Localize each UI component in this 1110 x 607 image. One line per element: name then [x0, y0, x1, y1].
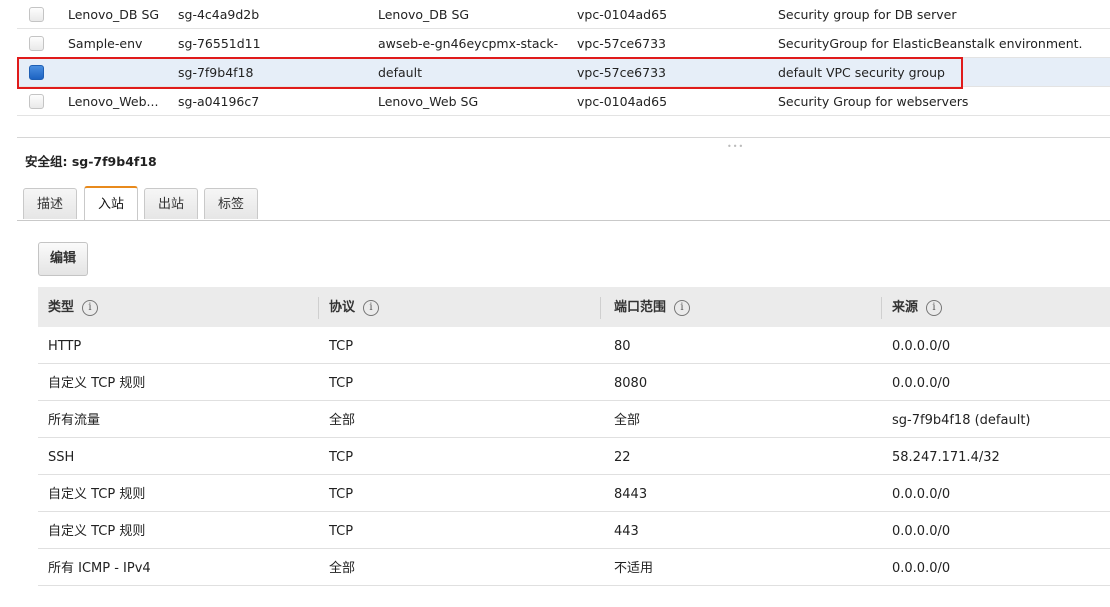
rule-port-range: 8080	[614, 376, 648, 391]
cell-description: Security Group for webservers	[778, 94, 969, 109]
rule-type: SSH	[48, 450, 75, 465]
rule-source: 58.247.171.4/32	[892, 450, 1000, 465]
column-header-label: 端口范围	[614, 300, 667, 315]
rule-port-range: 全部	[614, 413, 641, 428]
cell-group-id: sg-7f9b4f18	[178, 65, 254, 80]
rule-port-range: 不适用	[614, 561, 654, 576]
table-row[interactable]: Lenovo_Web... sg-a04196c7 Lenovo_Web SG …	[17, 87, 1110, 116]
row-checkbox[interactable]	[29, 36, 44, 51]
column-header-label: 类型	[48, 300, 75, 315]
rule-row: 所有流量 全部 全部 sg-7f9b4f18 (default)	[38, 401, 1110, 438]
cell-group-id: sg-4c4a9d2b	[178, 7, 260, 22]
cell-name: Lenovo_Web...	[68, 94, 159, 109]
cell-vpc-id: vpc-57ce6733	[577, 65, 666, 80]
column-header-label: 来源	[892, 300, 919, 315]
pane-divider[interactable]	[17, 137, 1110, 138]
cell-description: Security group for DB server	[778, 7, 957, 22]
rule-protocol: TCP	[329, 339, 354, 354]
cell-group-name: awseb-e-gn46eycpmx-stack-...	[378, 36, 558, 51]
rule-protocol: TCP	[329, 487, 354, 502]
rule-port-range: 22	[614, 450, 631, 465]
inbound-rules-table: 类型 i 协议 i 端口范围 i 来源 i HTTP TCP 80 0.0.0.0/0 …	[38, 287, 1110, 586]
rule-protocol: TCP	[329, 450, 354, 465]
cell-name: Lenovo_DB SG	[68, 7, 160, 22]
info-icon[interactable]: i	[674, 300, 691, 316]
cell-group-id: sg-76551d11	[178, 36, 261, 51]
info-icon[interactable]: i	[82, 300, 99, 316]
rule-protocol: 全部	[329, 561, 356, 576]
info-icon[interactable]: i	[926, 300, 943, 316]
security-groups-table: Lenovo_DB SG sg-4c4a9d2b Lenovo_DB SG vp…	[17, 0, 1110, 116]
table-header: 类型 i 协议 i 端口范围 i 来源 i	[38, 287, 1110, 327]
table-row[interactable]: Lenovo_DB SG sg-4c4a9d2b Lenovo_DB SG vp…	[17, 0, 1110, 29]
column-header-label: 协议	[329, 300, 356, 315]
rule-type: 所有流量	[48, 413, 101, 428]
cell-group-name: default	[378, 65, 422, 80]
rule-row: 自定义 TCP 规则 TCP 8443 0.0.0.0/0	[38, 475, 1110, 512]
rule-type: 所有 ICMP - IPv4	[48, 561, 151, 576]
tab-tags[interactable]: 标签	[204, 188, 258, 219]
rule-protocol: TCP	[329, 376, 354, 391]
rule-source: 0.0.0.0/0	[892, 561, 951, 576]
rule-protocol: 全部	[329, 413, 356, 428]
rule-row: 自定义 TCP 规则 TCP 8080 0.0.0.0/0	[38, 364, 1110, 401]
tab-outbound[interactable]: 出站	[144, 188, 198, 219]
rule-row: SSH TCP 22 58.247.171.4/32	[38, 438, 1110, 475]
cell-name: Sample-env	[68, 36, 143, 51]
column-header-port-range[interactable]: 端口范围 i	[614, 287, 691, 327]
rule-type: 自定义 TCP 规则	[48, 376, 146, 391]
tab-inbound[interactable]: 入站	[84, 186, 138, 221]
row-checkbox[interactable]	[29, 94, 44, 109]
rule-port-range: 80	[614, 339, 631, 354]
cell-name	[68, 58, 164, 86]
column-header-protocol[interactable]: 协议 i	[329, 287, 380, 327]
info-icon[interactable]: i	[363, 300, 380, 316]
column-header-source[interactable]: 来源 i	[892, 287, 943, 327]
rule-type: 自定义 TCP 规则	[48, 524, 146, 539]
tab-description[interactable]: 描述	[23, 188, 77, 219]
table-row[interactable]: Sample-env sg-76551d11 awseb-e-gn46eycpm…	[17, 29, 1110, 58]
cell-group-name: Lenovo_Web SG	[378, 94, 479, 109]
rule-row: 所有 ICMP - IPv4 全部 不适用 0.0.0.0/0	[38, 549, 1110, 586]
column-separator[interactable]	[600, 297, 601, 319]
rule-type: HTTP	[48, 339, 82, 354]
rule-type: 自定义 TCP 规则	[48, 487, 146, 502]
rule-port-range: 443	[614, 524, 639, 539]
rule-row: 自定义 TCP 规则 TCP 443 0.0.0.0/0	[38, 512, 1110, 549]
detail-title: 安全组: sg-7f9b4f18	[25, 154, 157, 169]
column-separator[interactable]	[881, 297, 882, 319]
cell-group-id: sg-a04196c7	[178, 94, 260, 109]
cell-vpc-id: vpc-0104ad65	[577, 94, 668, 109]
rule-port-range: 8443	[614, 487, 648, 502]
rule-source: sg-7f9b4f18 (default)	[892, 413, 1031, 428]
cell-vpc-id: vpc-57ce6733	[577, 36, 666, 51]
edit-button[interactable]: 编辑	[38, 242, 88, 276]
row-checkbox-checked[interactable]	[29, 65, 44, 80]
cell-vpc-id: vpc-0104ad65	[577, 7, 668, 22]
rule-source: 0.0.0.0/0	[892, 487, 951, 502]
rule-source: 0.0.0.0/0	[892, 376, 951, 391]
resize-grip-icon[interactable]: •••	[727, 142, 744, 151]
rule-source: 0.0.0.0/0	[892, 524, 951, 539]
cell-group-name: Lenovo_DB SG	[378, 7, 470, 22]
cell-description: SecurityGroup for ElasticBeanstalk envir…	[778, 36, 1083, 51]
rule-row: HTTP TCP 80 0.0.0.0/0	[38, 327, 1110, 364]
column-header-type[interactable]: 类型 i	[48, 287, 99, 327]
rule-source: 0.0.0.0/0	[892, 339, 951, 354]
row-checkbox[interactable]	[29, 7, 44, 22]
table-row-selected[interactable]: sg-7f9b4f18 default vpc-57ce6733 default…	[17, 58, 1110, 87]
column-separator[interactable]	[318, 297, 319, 319]
rule-protocol: TCP	[329, 524, 354, 539]
cell-description: default VPC security group	[778, 65, 945, 80]
